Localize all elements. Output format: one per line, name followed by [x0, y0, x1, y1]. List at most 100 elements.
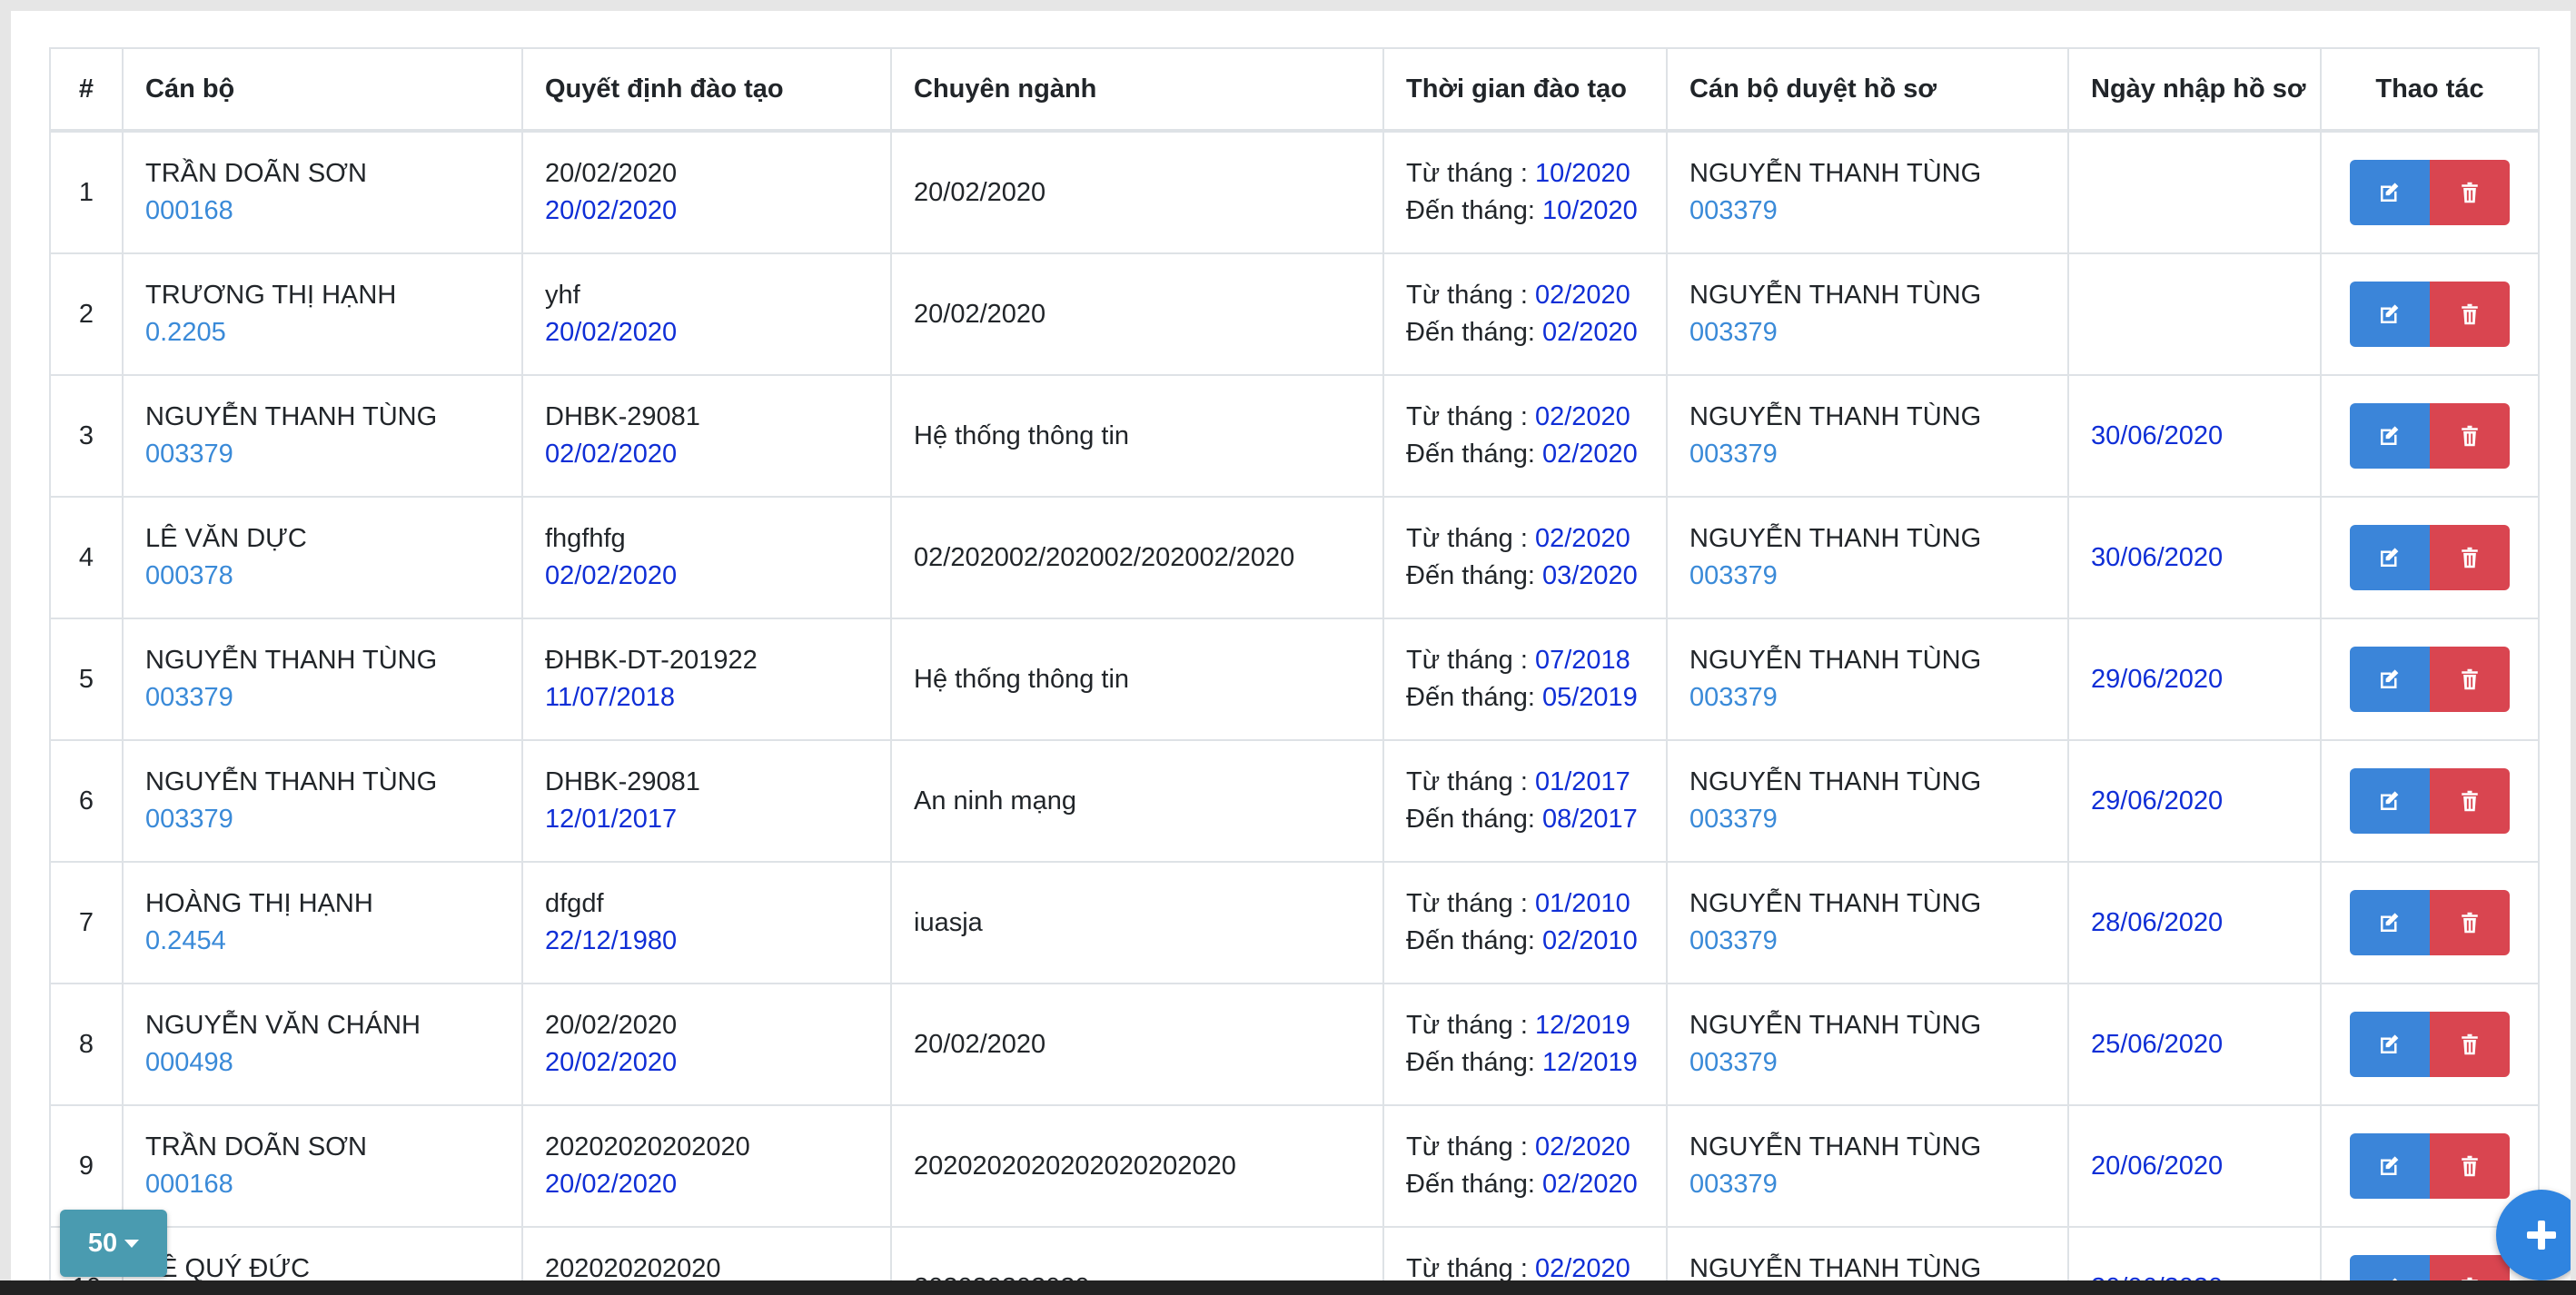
duration-to: Đến tháng: 02/2020 [1406, 440, 1644, 470]
header-major[interactable]: Chuyên ngành [890, 47, 1384, 133]
to-month: 02/2010 [1541, 925, 1638, 955]
officer-name: TRƯƠNG THỊ HẠNH [145, 280, 397, 310]
header-duration[interactable]: Thời gian đào tạo [1382, 47, 1668, 133]
officer-code-link[interactable]: 0.2205 [145, 318, 500, 349]
reviewer-code-link[interactable]: 003379 [1689, 1170, 2046, 1201]
officer-code-link[interactable]: 003379 [145, 683, 500, 714]
delete-button[interactable] [2430, 890, 2510, 955]
reviewer-name: NGUYỄN THANH TÙNG [1689, 645, 1982, 675]
delete-button[interactable] [2430, 1133, 2510, 1199]
table-row: 1 TRẦN DOÃN SƠN 000168 20/02/2020 20/02/2020… [49, 130, 2540, 254]
delete-button[interactable] [2430, 647, 2510, 712]
duration-from: Từ tháng : 10/2020 [1406, 159, 1644, 189]
reviewer-cell: NGUYỄN THANH TÙNG [1666, 1226, 2069, 1286]
row-index: 9 [49, 1104, 124, 1228]
officer-code-link[interactable]: 000168 [145, 196, 500, 227]
edit-button[interactable] [2350, 890, 2430, 955]
page-size-dropdown[interactable]: 50 [60, 1210, 167, 1277]
officer-code-link[interactable]: 003379 [145, 440, 500, 470]
entry-date-cell: 20/06/2020 [2067, 1226, 2322, 1286]
edit-button[interactable] [2350, 768, 2430, 834]
from-label: Từ tháng : [1406, 401, 1535, 431]
from-month: 02/2020 [1534, 280, 1630, 310]
delete-button[interactable] [2430, 1012, 2510, 1077]
delete-button[interactable] [2430, 525, 2510, 590]
to-month: 02/2020 [1541, 1169, 1638, 1199]
reviewer-code-link[interactable]: 003379 [1689, 196, 2046, 227]
reviewer-code-link[interactable]: 003379 [1689, 805, 2046, 835]
header-entry-date[interactable]: Ngày nhập hồ sơ [2067, 47, 2322, 133]
delete-button[interactable] [2430, 768, 2510, 834]
from-label: Từ tháng : [1406, 523, 1535, 553]
reviewer-code-link[interactable]: 003379 [1689, 1048, 2046, 1079]
trash-icon [2462, 790, 2478, 812]
duration-to: Đến tháng: 02/2020 [1406, 1170, 1644, 1201]
edit-button[interactable] [2350, 647, 2430, 712]
trash-icon [2462, 425, 2478, 447]
actions-cell [2320, 618, 2540, 741]
reviewer-cell: NGUYỄN THANH TÙNG 003379 [1666, 861, 2069, 984]
duration-cell: Từ tháng : 01/2017 Đến tháng: 08/2017 [1382, 739, 1668, 863]
reviewer-name: NGUYỄN THANH TÙNG [1689, 1253, 1982, 1283]
officer-cell: NGUYỄN VĂN CHÁNH 000498 [122, 983, 523, 1106]
actions-cell [2320, 739, 2540, 863]
edit-button[interactable] [2350, 1133, 2430, 1199]
header-decision[interactable]: Quyết định đào tạo [521, 47, 892, 133]
duration-cell: Từ tháng : 12/2019 Đến tháng: 12/2019 [1382, 983, 1668, 1106]
entry-date-cell [2067, 130, 2322, 254]
header-reviewer[interactable]: Cán bộ duyệt hồ sơ [1666, 47, 2069, 133]
row-index: 7 [49, 861, 124, 984]
major-cell: 202020202020 [890, 1226, 1384, 1286]
officer-code-link[interactable]: 000378 [145, 561, 500, 592]
from-month: 01/2017 [1534, 766, 1630, 796]
action-button-group [2343, 403, 2516, 469]
decision-date: 20/02/2020 [545, 195, 678, 225]
to-label: Đến tháng: [1406, 682, 1542, 712]
decision-number: ĐHBK-DT-201922 [545, 645, 758, 675]
duration-from: Từ tháng : 07/2018 [1406, 646, 1644, 676]
officer-code-link[interactable]: 000498 [145, 1048, 500, 1079]
window-bottom-edge [0, 1280, 2576, 1295]
row-index: 2 [49, 252, 124, 376]
actions-cell [2320, 130, 2540, 254]
to-label: Đến tháng: [1406, 439, 1542, 469]
duration-to: Đến tháng: 08/2017 [1406, 805, 1644, 835]
delete-button[interactable] [2430, 160, 2510, 225]
edit-icon [2381, 426, 2399, 445]
to-label: Đến tháng: [1406, 1047, 1542, 1077]
table-row: 10LÊ QUÝ ĐỨC202020202020202020202020Từ t… [49, 1226, 2540, 1286]
decision-number: 20/02/2020 [545, 1010, 678, 1040]
header-officer[interactable]: Cán bộ [122, 47, 523, 133]
reviewer-code-link[interactable]: 003379 [1689, 683, 2046, 714]
reviewer-code-link[interactable]: 003379 [1689, 318, 2046, 349]
duration-cell: Từ tháng : 02/2020 [1382, 1226, 1668, 1286]
reviewer-code-link[interactable]: 003379 [1689, 561, 2046, 592]
content-panel: # Cán bộ Quyết định đào tạo Chuyên ngành… [11, 11, 2571, 1286]
duration-cell: Từ tháng : 02/2020 Đến tháng: 02/2020 [1382, 374, 1668, 498]
entry-date-cell: 29/06/2020 [2067, 739, 2322, 863]
officer-code-link[interactable]: 003379 [145, 805, 500, 835]
reviewer-code-link[interactable]: 003379 [1689, 926, 2046, 957]
reviewer-cell: NGUYỄN THANH TÙNG 003379 [1666, 983, 2069, 1106]
reviewer-cell: NGUYỄN THANH TÙNG 003379 [1666, 374, 2069, 498]
duration-to: Đến tháng: 02/2010 [1406, 926, 1644, 957]
edit-button[interactable] [2350, 1012, 2430, 1077]
officer-code-link[interactable]: 000168 [145, 1170, 500, 1201]
edit-button[interactable] [2350, 525, 2430, 590]
major-cell: 02/202002/202002/202002/2020 [890, 496, 1384, 619]
action-button-group [2343, 1012, 2516, 1077]
from-month: 12/2019 [1534, 1010, 1630, 1040]
edit-button[interactable] [2350, 403, 2430, 469]
duration-to: Đến tháng: 10/2020 [1406, 196, 1644, 227]
edit-button[interactable] [2350, 160, 2430, 225]
from-label: Từ tháng : [1406, 645, 1535, 675]
page-size-value: 50 [87, 1228, 118, 1258]
reviewer-code-link[interactable]: 003379 [1689, 440, 2046, 470]
delete-button[interactable] [2430, 403, 2510, 469]
edit-button[interactable] [2350, 282, 2430, 347]
officer-code-link[interactable]: 0.2454 [145, 926, 500, 957]
from-month: 02/2020 [1534, 1132, 1630, 1162]
actions-cell [2320, 983, 2540, 1106]
delete-button[interactable] [2430, 282, 2510, 347]
decision-cell: 202020202020 [521, 1226, 892, 1286]
